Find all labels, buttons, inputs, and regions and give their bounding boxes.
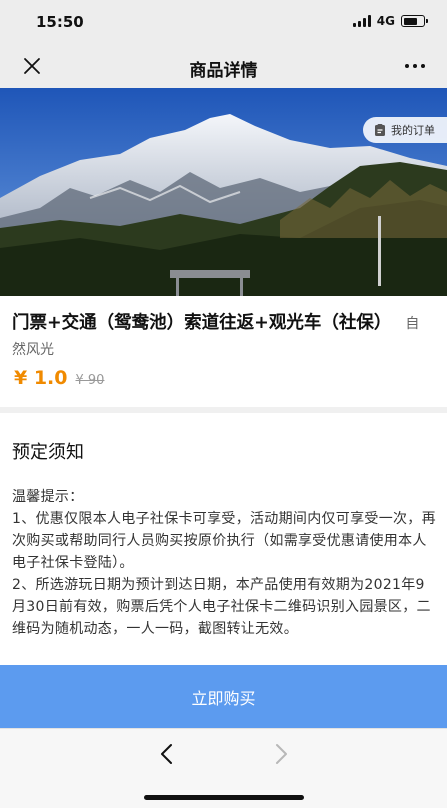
- original-price: ¥ 90: [75, 373, 105, 388]
- more-icon: [405, 64, 425, 68]
- notice-item: 2、所选游玩日期为预计到达日期，本产品使用有效期为2021年9月30日前有效，购…: [12, 577, 431, 637]
- status-indicators: 4G: [352, 14, 428, 28]
- signal-icon: [352, 15, 371, 27]
- network-type: 4G: [376, 14, 395, 28]
- home-indicator: [144, 795, 304, 800]
- my-orders-button[interactable]: 我的订单: [363, 117, 447, 143]
- more-button[interactable]: [403, 54, 427, 78]
- page-title: 商品详情: [189, 61, 258, 81]
- current-price: ¥ 1.0: [14, 367, 68, 389]
- notice-item: 1、优惠仅限本人电子社保卡可享受，活动期间内仅可享受一次，再次购买或帮助同行人员…: [12, 511, 436, 571]
- notice-heading: 预定须知: [12, 442, 84, 463]
- product-title-block: 门票+交通（鸳鸯池）索道往返+观光车（社保） 自然风光: [12, 311, 432, 363]
- nav-bar: 商品详情: [0, 44, 447, 88]
- status-bar: 15:50 4G: [0, 0, 447, 44]
- forward-button[interactable]: [268, 741, 294, 767]
- buy-now-button[interactable]: 立即购买: [0, 665, 447, 728]
- back-button[interactable]: [154, 741, 180, 767]
- notice-subheading: 温馨提示：: [12, 489, 84, 505]
- forward-chevron-icon: [276, 744, 287, 764]
- order-icon: [375, 124, 385, 136]
- status-time: 15:50: [36, 13, 84, 31]
- browser-toolbar: [0, 728, 447, 808]
- notice-content: 温馨提示： 1、优惠仅限本人电子社保卡可享受，活动期间内仅可享受一次，再次购买或…: [12, 486, 436, 640]
- buy-now-label: 立即购买: [191, 688, 256, 708]
- product-title: 门票+交通（鸳鸯池）索道往返+观光车（社保）: [12, 313, 392, 333]
- price-row: ¥ 1.0 ¥ 90: [14, 367, 104, 389]
- back-chevron-icon: [161, 744, 172, 764]
- section-divider: [0, 407, 447, 413]
- my-orders-label: 我的订单: [391, 124, 435, 137]
- battery-icon: [401, 15, 428, 27]
